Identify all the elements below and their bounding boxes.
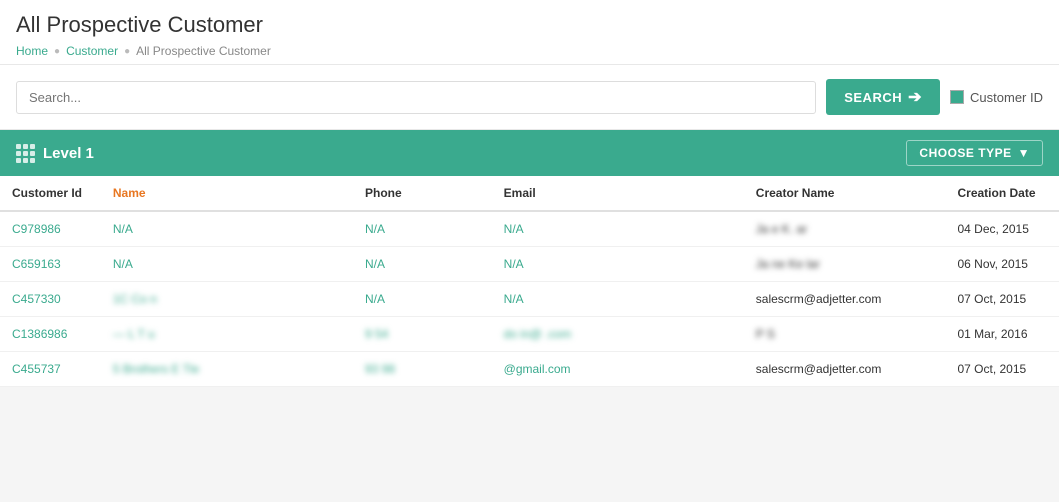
table-row: C659163N/AN/AN/AJa ne Ke lar06 Nov, 2015 — [0, 247, 1059, 282]
cell-name: 5 Brothers E Tle — [101, 352, 353, 387]
choose-type-label: CHOOSE TYPE — [919, 146, 1011, 160]
table-header-row: Customer Id Name Phone Email Creator Nam… — [0, 176, 1059, 211]
cell-customer-id[interactable]: C455737 — [0, 352, 101, 387]
cell-name: N/A — [101, 247, 353, 282]
table-section: Level 1 CHOOSE TYPE ▼ Customer Id Name P… — [0, 130, 1059, 387]
cell-date: 01 Mar, 2016 — [945, 317, 1059, 352]
page-title: All Prospective Customer — [16, 12, 1043, 38]
cell-email: N/A — [492, 211, 744, 247]
search-button[interactable]: SEARCH ➔ — [826, 79, 940, 115]
page-header: All Prospective Customer Home ● Customer… — [0, 0, 1059, 64]
cell-date: 04 Dec, 2015 — [945, 211, 1059, 247]
data-table: Customer Id Name Phone Email Creator Nam… — [0, 176, 1059, 387]
table-row: C1386986— L T u9 54do in@ .comP S01 Mar,… — [0, 317, 1059, 352]
search-arrow-icon: ➔ — [908, 87, 922, 107]
search-input[interactable] — [16, 81, 816, 114]
cell-creator: salescrm@adjetter.com — [744, 282, 946, 317]
cell-creator: Ja e K. ar — [744, 211, 946, 247]
cell-name: N/A — [101, 211, 353, 247]
search-bar: SEARCH ➔ Customer ID — [0, 64, 1059, 130]
cell-date: 07 Oct, 2015 — [945, 352, 1059, 387]
choose-type-button[interactable]: CHOOSE TYPE ▼ — [906, 140, 1043, 166]
cell-email: do in@ .com — [492, 317, 744, 352]
cell-creator: salescrm@adjetter.com — [744, 352, 946, 387]
cell-phone: 93 98 — [353, 352, 492, 387]
cell-customer-id[interactable]: C1386986 — [0, 317, 101, 352]
breadcrumb-home[interactable]: Home — [16, 44, 48, 58]
col-header-customerid: Customer Id — [0, 176, 101, 211]
col-header-date: Creation Date — [945, 176, 1059, 211]
cell-email: N/A — [492, 247, 744, 282]
table-row: C978986N/AN/AN/AJa e K. ar04 Dec, 2015 — [0, 211, 1059, 247]
cell-creator: Ja ne Ke lar — [744, 247, 946, 282]
cell-phone: N/A — [353, 247, 492, 282]
cell-customer-id[interactable]: C457330 — [0, 282, 101, 317]
col-header-creator: Creator Name — [744, 176, 946, 211]
customer-id-toggle[interactable]: Customer ID — [950, 90, 1043, 105]
cell-phone: N/A — [353, 211, 492, 247]
level-title: Level 1 — [16, 144, 94, 163]
cell-name: 1C Co n — [101, 282, 353, 317]
col-header-phone: Phone — [353, 176, 492, 211]
breadcrumb: Home ● Customer ● All Prospective Custom… — [16, 44, 1043, 58]
customer-id-label: Customer ID — [970, 90, 1043, 105]
cell-customer-id[interactable]: C978986 — [0, 211, 101, 247]
cell-customer-id[interactable]: C659163 — [0, 247, 101, 282]
grid-icon — [16, 144, 35, 163]
cell-phone: 9 54 — [353, 317, 492, 352]
breadcrumb-parent[interactable]: Customer — [66, 44, 118, 58]
cell-date: 06 Nov, 2015 — [945, 247, 1059, 282]
search-button-label: SEARCH — [844, 90, 902, 105]
table-header-bar: Level 1 CHOOSE TYPE ▼ — [0, 130, 1059, 176]
cell-date: 07 Oct, 2015 — [945, 282, 1059, 317]
breadcrumb-current: All Prospective Customer — [136, 44, 271, 58]
col-header-email: Email — [492, 176, 744, 211]
breadcrumb-sep-2: ● — [124, 46, 130, 57]
breadcrumb-sep-1: ● — [54, 46, 60, 57]
table-row: C4573301C Co nN/AN/Asalescrm@adjetter.co… — [0, 282, 1059, 317]
choose-type-chevron: ▼ — [1018, 146, 1030, 160]
table-row: C4557375 Brothers E Tle93 98 @gmail.coms… — [0, 352, 1059, 387]
cell-creator: P S — [744, 317, 946, 352]
col-header-name: Name — [101, 176, 353, 211]
cell-email: @gmail.com — [492, 352, 744, 387]
cell-name: — L T u — [101, 317, 353, 352]
cell-phone: N/A — [353, 282, 492, 317]
level-label: Level 1 — [43, 145, 94, 162]
customer-id-checkbox[interactable] — [950, 90, 964, 104]
cell-email: N/A — [492, 282, 744, 317]
